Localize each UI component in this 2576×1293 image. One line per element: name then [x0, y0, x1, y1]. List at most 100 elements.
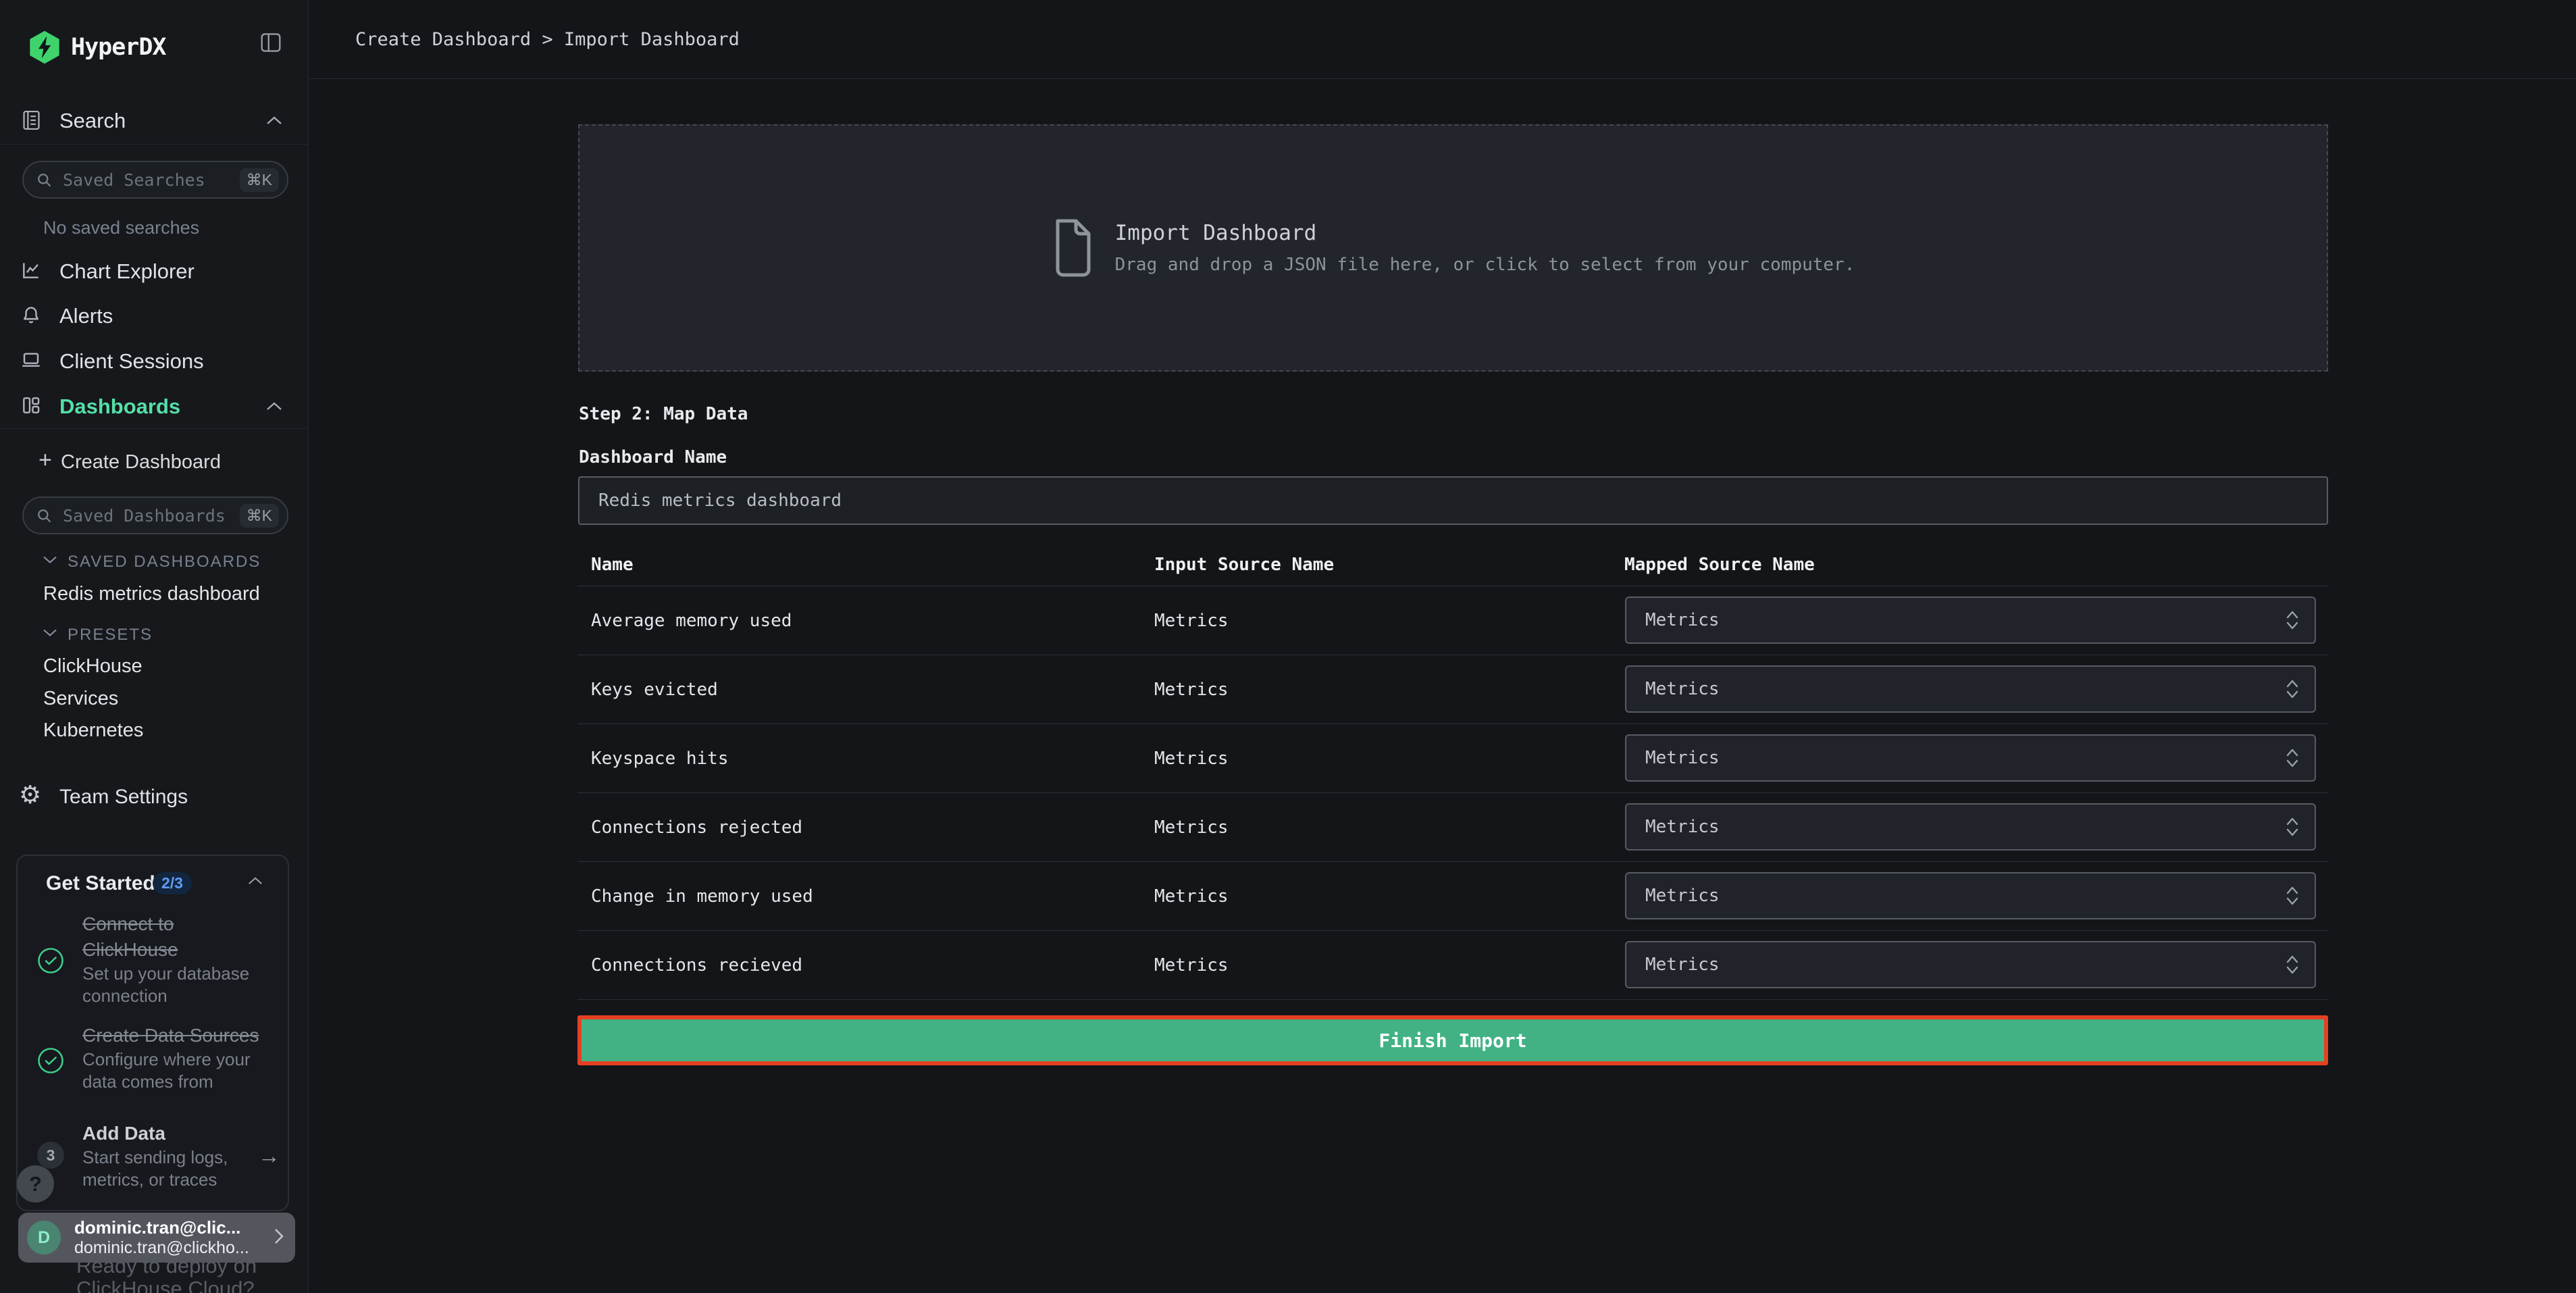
- arrow-right-icon: →: [258, 1143, 280, 1169]
- chevron-up-icon[interactable]: [265, 401, 283, 415]
- row-name: Keyspace hits: [591, 749, 729, 769]
- create-dashboard-button[interactable]: Create Dashboard: [61, 451, 221, 474]
- table-row: Keyspace hits Metrics Metrics: [577, 724, 2328, 793]
- select-caret-icon: [2285, 953, 2300, 976]
- table-row: Keys evicted Metrics Metrics: [577, 655, 2328, 724]
- dashboard-name-label: Dashboard Name: [579, 447, 727, 467]
- sidebar-item-kubernetes[interactable]: Kubernetes: [43, 719, 143, 742]
- select-value: Metrics: [1645, 955, 2285, 975]
- chevron-down-icon[interactable]: [43, 628, 57, 640]
- check-circle-icon: [37, 947, 64, 978]
- no-saved-searches-note: No saved searches: [43, 218, 199, 238]
- sidebar-item-team-settings[interactable]: Team Settings: [59, 786, 188, 809]
- chevron-right-icon: [274, 1227, 284, 1249]
- mapped-source-select[interactable]: Metrics: [1625, 803, 2316, 851]
- finish-import-button[interactable]: Finish Import: [577, 1015, 2328, 1065]
- table-row: Connections recievedMetricsMetrics: [577, 931, 2328, 1000]
- app-root: HyperDX Search: [0, 0, 2576, 1293]
- mapped-source-select[interactable]: Metrics: [1625, 597, 2316, 644]
- alerts-icon: [20, 304, 42, 329]
- saved-dashboards-placeholder: Saved Dashboards: [63, 506, 240, 526]
- column-header-mapped-source: Mapped Source Name: [1624, 555, 1815, 575]
- get-started-step-connect[interactable]: Connect to ClickHouse Set up your databa…: [82, 911, 259, 1007]
- row-input-source: Metrics: [1154, 886, 1229, 907]
- step-desc: Set up your database connection: [82, 963, 259, 1007]
- get-started-step-add-data[interactable]: Add Data Start sending logs, metrics, or…: [82, 1121, 246, 1191]
- row-input-source: Metrics: [1154, 749, 1229, 769]
- row-input-source: Metrics: [1154, 680, 1229, 700]
- row-name: Connections rejected: [591, 817, 802, 838]
- chevron-up-icon[interactable]: [247, 876, 263, 889]
- select-value: Metrics: [1645, 817, 2285, 837]
- column-header-name: Name: [591, 555, 634, 575]
- row-name: Change in memory used: [591, 886, 813, 907]
- mapped-source-select[interactable]: Metrics: [1625, 941, 2316, 988]
- map-table-rows: Average memory usedMetricsMetricsKeys ev…: [577, 586, 2328, 1000]
- client-sessions-icon: [20, 349, 42, 374]
- brand-title: HyperDX: [71, 34, 166, 61]
- mapped-source-select[interactable]: Metrics: [1625, 872, 2316, 919]
- row-input-source: Metrics: [1154, 817, 1229, 838]
- saved-dashboards-group-label[interactable]: SAVED DASHBOARDS: [68, 553, 261, 572]
- get-started-step-sources[interactable]: Create Data Sources Configure where your…: [82, 1023, 266, 1093]
- user-name: dominic.tran@clic...: [74, 1217, 274, 1238]
- dashboard-name-input[interactable]: [578, 476, 2328, 525]
- step-count-badge: 3: [37, 1142, 64, 1169]
- step-label: Step 2: Map Data: [579, 404, 748, 424]
- map-table-header: Name Input Source Name Mapped Source Nam…: [577, 544, 2328, 586]
- chevron-down-icon[interactable]: [43, 555, 57, 567]
- help-button[interactable]: ?: [17, 1165, 54, 1202]
- help-label: ?: [29, 1172, 42, 1196]
- breadcrumb[interactable]: Create Dashboard > Import Dashboard: [355, 0, 740, 79]
- column-header-input-source: Input Source Name: [1154, 555, 1334, 575]
- saved-searches-input[interactable]: Saved Searches ⌘K: [22, 161, 288, 199]
- sidebar-item-alerts[interactable]: Alerts: [59, 304, 113, 328]
- row-name: Average memory used: [591, 611, 792, 631]
- search-section-icon: [21, 109, 42, 135]
- get-started-card: Get Started 2/3 Connect to ClickHouse Se…: [16, 855, 289, 1211]
- chart-explorer-icon: [20, 259, 42, 284]
- sidebar-item-client-sessions[interactable]: Client Sessions: [59, 349, 204, 374]
- saved-dashboards-input[interactable]: Saved Dashboards ⌘K: [22, 497, 288, 534]
- sidebar-item-services[interactable]: Services: [43, 688, 118, 710]
- user-menu[interactable]: D dominic.tran@clic... dominic.tran@clic…: [18, 1213, 295, 1263]
- divider: [0, 428, 309, 429]
- saved-searches-placeholder: Saved Searches: [63, 170, 240, 190]
- shortcut-badge: ⌘K: [240, 504, 279, 528]
- finish-import-label: Finish Import: [1379, 1030, 1526, 1052]
- select-value: Metrics: [1645, 610, 2285, 630]
- table-row: Change in memory used Metrics Metrics: [577, 862, 2328, 931]
- file-icon: [1052, 219, 1091, 277]
- import-dropzone[interactable]: Import Dashboard Drag and drop a JSON fi…: [578, 124, 2328, 372]
- row-input-source: Metrics: [1154, 611, 1229, 631]
- presets-group-label[interactable]: PRESETS: [68, 626, 153, 644]
- select-caret-icon: [2285, 815, 2300, 838]
- mapped-source-select[interactable]: Metrics: [1625, 734, 2316, 782]
- table-row: Average memory used Metrics Metrics: [577, 586, 2328, 655]
- get-started-title: Get Started: [46, 872, 155, 895]
- avatar: D: [27, 1221, 61, 1254]
- sidebar-item-chart-explorer[interactable]: Chart Explorer: [59, 259, 195, 284]
- select-caret-icon: [2285, 746, 2300, 769]
- top-bar: Create Dashboard > Import Dashboard: [309, 0, 2576, 79]
- step-title: Create Data Sources: [82, 1023, 266, 1048]
- check-circle-icon: [37, 1047, 64, 1078]
- collapse-sidebar-button[interactable]: [259, 31, 283, 57]
- step-title: Connect to ClickHouse: [82, 911, 259, 963]
- select-caret-icon: [2285, 884, 2300, 907]
- sidebar-item-search[interactable]: Search: [59, 109, 126, 133]
- select-caret-icon: [2285, 609, 2300, 632]
- sidebar-item-redis-dashboard[interactable]: Redis metrics dashboard: [43, 583, 260, 605]
- dropzone-title: Import Dashboard: [1115, 221, 1855, 245]
- row-name: Keys evicted: [591, 680, 718, 700]
- row-name: Connections recieved: [591, 955, 802, 975]
- get-started-progress-badge: 2/3: [153, 872, 192, 894]
- chevron-up-icon[interactable]: [265, 116, 283, 129]
- select-value: Metrics: [1645, 886, 2285, 906]
- sidebar-item-dashboards[interactable]: Dashboards: [59, 395, 180, 419]
- sidebar-item-clickhouse[interactable]: ClickHouse: [43, 655, 143, 678]
- mapped-source-select[interactable]: Metrics: [1625, 665, 2316, 713]
- select-value: Metrics: [1645, 679, 2285, 699]
- search-icon: [35, 171, 53, 189]
- cloud-promo-line2: ClickHouse Cloud?: [76, 1277, 255, 1293]
